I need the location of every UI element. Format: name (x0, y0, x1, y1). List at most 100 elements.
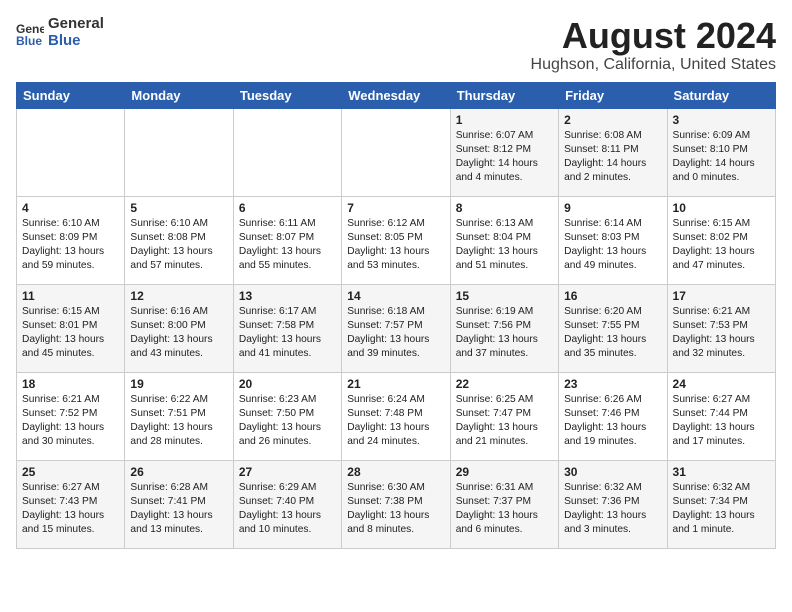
day-number: 22 (456, 377, 553, 391)
day-number: 14 (347, 289, 444, 303)
calendar-cell-w3-d1: 11 Sunrise: 6:15 AM Sunset: 8:01 PM Dayli… (17, 284, 125, 372)
day-number: 30 (564, 465, 661, 479)
day-number: 10 (673, 201, 770, 215)
day-info: Sunrise: 6:24 AM Sunset: 7:48 PM Dayligh… (347, 393, 444, 450)
day-number: 7 (347, 201, 444, 215)
calendar-cell-w3-d7: 17Sunrise: 6:21 AM Sunset: 7:53 PM Dayli… (667, 284, 775, 372)
calendar-cell-w3-d4: 14 Sunrise: 6:18 AM Sunset: 7:57 PM Dayli… (342, 284, 450, 372)
calendar-cell-w2-d1: 4 Sunrise: 6:10 AM Sunset: 8:09 PM Daylig… (17, 196, 125, 284)
calendar-cell-w5-d4: 28 Sunrise: 6:30 AM Sunset: 7:38 PM Dayli… (342, 460, 450, 548)
day-number: 27 (239, 465, 336, 479)
day-info: Sunrise: 6:07 AM Sunset: 8:12 PM Dayligh… (456, 129, 553, 186)
day-number: 28 (347, 465, 444, 479)
day-info: Sunrise: 6:12 AM Sunset: 8:05 PM Dayligh… (347, 217, 444, 274)
day-number: 11 (22, 289, 119, 303)
calendar-cell-w3-d5: 15Sunrise: 6:19 AM Sunset: 7:56 PM Dayli… (450, 284, 558, 372)
day-number: 4 (22, 201, 119, 215)
day-info: Sunrise: 6:18 AM Sunset: 7:57 PM Dayligh… (347, 305, 444, 362)
day-number: 6 (239, 201, 336, 215)
day-info: Sunrise: 6:21 AM Sunset: 7:52 PM Dayligh… (22, 393, 119, 450)
svg-text:Blue: Blue (16, 34, 42, 47)
week-row-5: 25Sunrise: 6:27 AM Sunset: 7:43 PM Dayli… (17, 460, 776, 548)
day-number: 23 (564, 377, 661, 391)
calendar-cell-w2-d2: 5 Sunrise: 6:10 AM Sunset: 8:08 PM Daylig… (125, 196, 233, 284)
day-info: Sunrise: 6:25 AM Sunset: 7:47 PM Dayligh… (456, 393, 553, 450)
day-number: 29 (456, 465, 553, 479)
logo-icon: General Blue (16, 19, 44, 47)
day-info: Sunrise: 6:26 AM Sunset: 7:46 PM Dayligh… (564, 393, 661, 450)
calendar-cell-w4-d6: 23 Sunrise: 6:26 AM Sunset: 7:46 PM Dayli… (559, 372, 667, 460)
calendar-cell-w4-d3: 20 Sunrise: 6:23 AM Sunset: 7:50 PM Dayli… (233, 372, 341, 460)
week-row-1: 1 Sunrise: 6:07 AM Sunset: 8:12 PM Daylig… (17, 108, 776, 196)
month-title: August 2024 (531, 16, 776, 56)
day-info: Sunrise: 6:32 AM Sunset: 7:34 PM Dayligh… (673, 481, 770, 538)
location-title: Hughson, California, United States (531, 56, 776, 74)
day-number: 2 (564, 113, 661, 127)
calendar-cell-w2-d4: 7 Sunrise: 6:12 AM Sunset: 8:05 PM Daylig… (342, 196, 450, 284)
calendar-cell-w5-d7: 31 Sunrise: 6:32 AM Sunset: 7:34 PM Dayli… (667, 460, 775, 548)
header-tuesday: Tuesday (233, 82, 341, 108)
calendar-cell-w1-d2 (125, 108, 233, 196)
week-row-3: 11 Sunrise: 6:15 AM Sunset: 8:01 PM Dayli… (17, 284, 776, 372)
calendar-cell-w1-d5: 1 Sunrise: 6:07 AM Sunset: 8:12 PM Daylig… (450, 108, 558, 196)
calendar-cell-w3-d6: 16 Sunrise: 6:20 AM Sunset: 7:55 PM Dayli… (559, 284, 667, 372)
calendar-cell-w4-d1: 18 Sunrise: 6:21 AM Sunset: 7:52 PM Dayli… (17, 372, 125, 460)
day-info: Sunrise: 6:11 AM Sunset: 8:07 PM Dayligh… (239, 217, 336, 274)
day-info: Sunrise: 6:09 AM Sunset: 8:10 PM Dayligh… (673, 129, 770, 186)
day-number: 12 (130, 289, 227, 303)
day-number: 18 (22, 377, 119, 391)
day-info: Sunrise: 6:17 AM Sunset: 7:58 PM Dayligh… (239, 305, 336, 362)
header-wednesday: Wednesday (342, 82, 450, 108)
day-info: Sunrise: 6:27 AM Sunset: 7:44 PM Dayligh… (673, 393, 770, 450)
day-number: 26 (130, 465, 227, 479)
day-info: Sunrise: 6:20 AM Sunset: 7:55 PM Dayligh… (564, 305, 661, 362)
day-number: 31 (673, 465, 770, 479)
calendar-cell-w4-d5: 22 Sunrise: 6:25 AM Sunset: 7:47 PM Dayli… (450, 372, 558, 460)
day-info: Sunrise: 6:15 AM Sunset: 8:01 PM Dayligh… (22, 305, 119, 362)
day-number: 5 (130, 201, 227, 215)
calendar-cell-w4-d7: 24Sunrise: 6:27 AM Sunset: 7:44 PM Dayli… (667, 372, 775, 460)
calendar-cell-w1-d1 (17, 108, 125, 196)
logo-general-text: General (48, 16, 104, 33)
day-info: Sunrise: 6:32 AM Sunset: 7:36 PM Dayligh… (564, 481, 661, 538)
header-friday: Friday (559, 82, 667, 108)
day-info: Sunrise: 6:16 AM Sunset: 8:00 PM Dayligh… (130, 305, 227, 362)
calendar-cell-w4-d2: 19Sunrise: 6:22 AM Sunset: 7:51 PM Dayli… (125, 372, 233, 460)
day-info: Sunrise: 6:15 AM Sunset: 8:02 PM Dayligh… (673, 217, 770, 274)
day-number: 16 (564, 289, 661, 303)
calendar-cell-w1-d3 (233, 108, 341, 196)
calendar-table: Sunday Monday Tuesday Wednesday Thursday… (16, 82, 776, 549)
day-info: Sunrise: 6:23 AM Sunset: 7:50 PM Dayligh… (239, 393, 336, 450)
logo-blue-text: Blue (48, 33, 104, 50)
calendar-title-area: August 2024 Hughson, California, United … (531, 16, 776, 74)
day-number: 20 (239, 377, 336, 391)
week-row-2: 4 Sunrise: 6:10 AM Sunset: 8:09 PM Daylig… (17, 196, 776, 284)
day-number: 1 (456, 113, 553, 127)
calendar-cell-w3-d3: 13 Sunrise: 6:17 AM Sunset: 7:58 PM Dayli… (233, 284, 341, 372)
day-number: 8 (456, 201, 553, 215)
calendar-cell-w1-d7: 3Sunrise: 6:09 AM Sunset: 8:10 PM Daylig… (667, 108, 775, 196)
day-number: 25 (22, 465, 119, 479)
day-info: Sunrise: 6:29 AM Sunset: 7:40 PM Dayligh… (239, 481, 336, 538)
day-info: Sunrise: 6:10 AM Sunset: 8:09 PM Dayligh… (22, 217, 119, 274)
day-info: Sunrise: 6:31 AM Sunset: 7:37 PM Dayligh… (456, 481, 553, 538)
day-number: 13 (239, 289, 336, 303)
header-sunday: Sunday (17, 82, 125, 108)
header-monday: Monday (125, 82, 233, 108)
calendar-cell-w2-d7: 10 Sunrise: 6:15 AM Sunset: 8:02 PM Dayli… (667, 196, 775, 284)
day-info: Sunrise: 6:22 AM Sunset: 7:51 PM Dayligh… (130, 393, 227, 450)
calendar-cell-w2-d3: 6 Sunrise: 6:11 AM Sunset: 8:07 PM Daylig… (233, 196, 341, 284)
calendar-cell-w1-d6: 2 Sunrise: 6:08 AM Sunset: 8:11 PM Daylig… (559, 108, 667, 196)
calendar-cell-w1-d4 (342, 108, 450, 196)
calendar-cell-w2-d6: 9 Sunrise: 6:14 AM Sunset: 8:03 PM Daylig… (559, 196, 667, 284)
day-info: Sunrise: 6:30 AM Sunset: 7:38 PM Dayligh… (347, 481, 444, 538)
logo: General Blue General Blue (16, 16, 104, 49)
day-info: Sunrise: 6:10 AM Sunset: 8:08 PM Dayligh… (130, 217, 227, 274)
calendar-cell-w4-d4: 21Sunrise: 6:24 AM Sunset: 7:48 PM Dayli… (342, 372, 450, 460)
header-saturday: Saturday (667, 82, 775, 108)
day-info: Sunrise: 6:21 AM Sunset: 7:53 PM Dayligh… (673, 305, 770, 362)
day-number: 9 (564, 201, 661, 215)
day-info: Sunrise: 6:19 AM Sunset: 7:56 PM Dayligh… (456, 305, 553, 362)
day-info: Sunrise: 6:08 AM Sunset: 8:11 PM Dayligh… (564, 129, 661, 186)
day-info: Sunrise: 6:14 AM Sunset: 8:03 PM Dayligh… (564, 217, 661, 274)
